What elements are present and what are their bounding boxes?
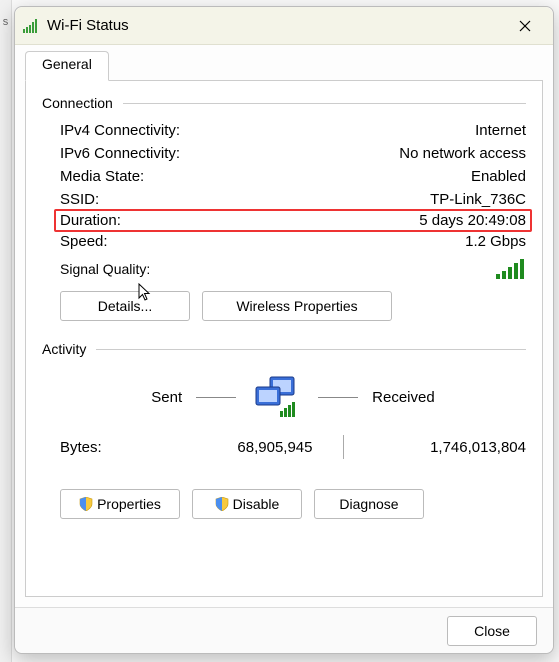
computers-icon <box>250 375 304 419</box>
wireless-properties-label: Wireless Properties <box>236 298 357 314</box>
connection-group-label: Connection <box>42 95 526 111</box>
wifi-status-dialog: Wi-Fi Status General Connection IPv4 Con… <box>14 6 554 654</box>
background-strip: s <box>0 0 12 662</box>
signal-quality-label: Signal Quality: <box>60 261 150 277</box>
activity-group-label: Activity <box>42 341 526 357</box>
bytes-label: Bytes: <box>60 439 160 456</box>
close-icon[interactable] <box>505 11 545 41</box>
media-state-value: Enabled <box>471 168 526 185</box>
divider <box>96 349 526 350</box>
sent-received-diagram: Sent <box>60 375 526 419</box>
wifi-signal-icon <box>23 19 39 33</box>
shield-icon <box>215 497 229 511</box>
stray-char: s <box>3 16 9 28</box>
dash <box>196 397 236 398</box>
speed-label: Speed: <box>60 233 108 250</box>
row-media-state: Media State: Enabled <box>60 165 526 188</box>
tab-general[interactable]: General <box>25 51 109 81</box>
disable-button[interactable]: Disable <box>192 489 302 519</box>
window-title: Wi-Fi Status <box>47 17 505 34</box>
diagnose-label: Diagnose <box>339 496 398 512</box>
bytes-sent-value: 68,905,945 <box>160 439 343 456</box>
shield-icon <box>79 497 93 511</box>
sent-label: Sent <box>151 389 182 406</box>
connection-group-text: Connection <box>42 95 113 111</box>
row-duration-highlighted: Duration: 5 days 20:49:08 <box>54 209 532 232</box>
bytes-row: Bytes: 68,905,945 1,746,013,804 <box>60 429 526 465</box>
ssid-label: SSID: <box>60 191 99 208</box>
tab-general-label: General <box>42 56 92 72</box>
tab-strip: General <box>25 51 543 81</box>
row-ipv6: IPv6 Connectivity: No network access <box>60 142 526 165</box>
details-button[interactable]: Details... <box>60 291 190 321</box>
received-label: Received <box>372 389 435 406</box>
bytes-received-value: 1,746,013,804 <box>344 439 527 456</box>
ipv4-value: Internet <box>475 122 526 139</box>
duration-label: Duration: <box>60 212 121 229</box>
properties-label: Properties <box>97 496 161 512</box>
media-state-label: Media State: <box>60 168 144 185</box>
speed-value: 1.2 Gbps <box>465 233 526 250</box>
signal-bars-icon <box>496 259 526 279</box>
duration-value: 5 days 20:49:08 <box>419 212 526 229</box>
action-buttons-row: Properties Disable Diagnose <box>42 481 526 519</box>
activity-group-text: Activity <box>42 341 86 357</box>
wireless-properties-button[interactable]: Wireless Properties <box>202 291 392 321</box>
ipv6-value: No network access <box>399 145 526 162</box>
ipv4-label: IPv4 Connectivity: <box>60 122 180 139</box>
titlebar: Wi-Fi Status <box>15 7 553 45</box>
row-signal-quality: Signal Quality: <box>60 253 526 291</box>
diagnose-button[interactable]: Diagnose <box>314 489 424 519</box>
divider <box>123 103 526 104</box>
row-speed: Speed: 1.2 Gbps <box>60 230 526 253</box>
ssid-value: TP-Link_736C <box>430 191 526 208</box>
general-panel: Connection IPv4 Connectivity: Internet I… <box>25 81 543 597</box>
disable-label: Disable <box>233 496 280 512</box>
row-ssid: SSID: TP-Link_736C <box>60 188 526 211</box>
properties-button[interactable]: Properties <box>60 489 180 519</box>
activity-body: Sent <box>42 359 526 481</box>
dialog-footer: Close <box>15 607 553 653</box>
ipv6-label: IPv6 Connectivity: <box>60 145 180 162</box>
close-button[interactable]: Close <box>447 616 537 646</box>
details-button-label: Details... <box>98 298 152 314</box>
row-ipv4: IPv4 Connectivity: Internet <box>60 119 526 142</box>
connection-rows: IPv4 Connectivity: Internet IPv6 Connect… <box>42 113 526 331</box>
close-button-label: Close <box>474 623 510 639</box>
dash <box>318 397 358 398</box>
